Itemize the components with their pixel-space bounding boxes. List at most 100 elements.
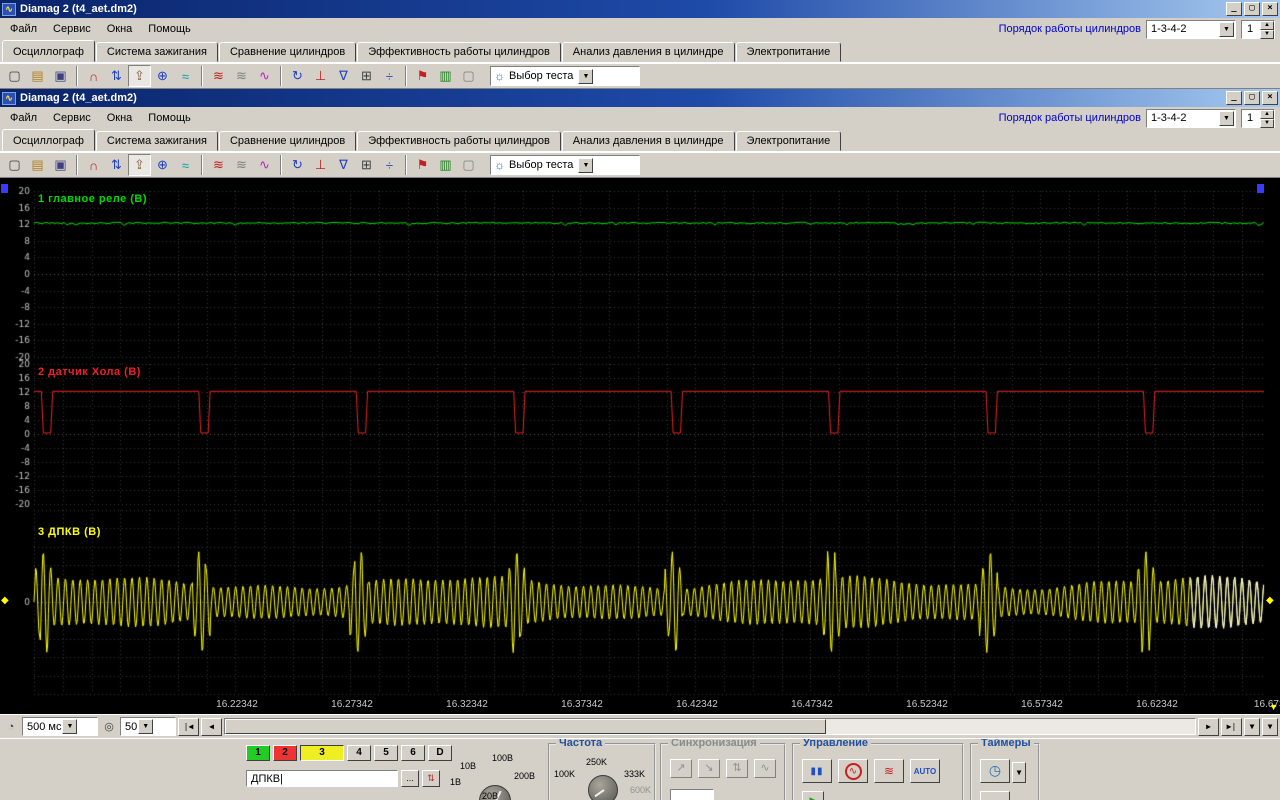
step-back-button[interactable]: ◀ xyxy=(201,718,222,736)
page-icon[interactable]: ▢ xyxy=(457,154,480,176)
smooth-waves-icon[interactable]: ≈ xyxy=(174,154,197,176)
cursor-marker-right[interactable] xyxy=(1257,184,1264,193)
chevron-down-icon[interactable]: ▼ xyxy=(62,719,77,734)
close-button[interactable]: × xyxy=(1262,91,1278,105)
pan-hand-icon[interactable]: ⇪ xyxy=(128,65,151,87)
tab-cylinder-efficiency[interactable]: Эффективность работы цилиндров xyxy=(357,131,561,151)
flag-icon[interactable]: ⚑ xyxy=(411,65,434,87)
minimize-button[interactable]: _ xyxy=(1226,91,1242,105)
browse-button[interactable]: ... xyxy=(401,770,419,787)
sync-source-combo[interactable] xyxy=(670,789,714,800)
color-waves-icon[interactable]: ∿ xyxy=(253,154,276,176)
go-last-button[interactable]: ▶| xyxy=(1221,718,1242,736)
sync-rising-edge-icon[interactable]: ↗ xyxy=(670,759,692,778)
test-select-combo[interactable]: ☼ Выбор теста ▼ xyxy=(490,155,640,175)
single-wave-button[interactable]: ∿ xyxy=(838,759,868,783)
run-button[interactable]: ▶ xyxy=(802,791,824,800)
timer-dropdown-button[interactable]: ▼ xyxy=(1012,762,1026,783)
invert-channel-icon[interactable]: ⇅ xyxy=(422,770,440,787)
sync-wave-icon[interactable]: ∿ xyxy=(754,759,776,778)
time-marker-icon[interactable]: ▼ xyxy=(1269,702,1278,712)
menu-windows[interactable]: Окна xyxy=(99,20,141,38)
time-scrollbar[interactable] xyxy=(224,718,1196,735)
sync-falling-edge-icon[interactable]: ↘ xyxy=(698,759,720,778)
tab-cylinder-pressure[interactable]: Анализ давления в цилиндре xyxy=(562,131,735,151)
split-waves-icon[interactable]: ≋ xyxy=(230,154,253,176)
zoom-icon[interactable]: ⊕ xyxy=(151,65,174,87)
divide-icon[interactable]: ÷ xyxy=(378,154,401,176)
spin-down-icon[interactable]: ▼ xyxy=(1260,119,1274,128)
cylinder-number-spin[interactable]: 1 ▲▼ xyxy=(1241,109,1275,128)
split-waves-icon[interactable]: ≋ xyxy=(230,65,253,87)
menu-file[interactable]: Файл xyxy=(2,109,45,127)
pan-hand-icon[interactable]: ⇪ xyxy=(128,154,151,176)
samples-combo[interactable]: 50 ▼ xyxy=(120,717,176,736)
timer-extra-button[interactable] xyxy=(980,791,1010,800)
sync-both-edges-icon[interactable]: ⇅ xyxy=(726,759,748,778)
tab-cylinder-comparison[interactable]: Сравнение цилиндров xyxy=(219,131,356,151)
tab-cylinder-efficiency[interactable]: Эффективность работы цилиндров xyxy=(357,42,561,62)
channel-1-button[interactable]: 1 xyxy=(246,745,270,761)
continuous-wave-button[interactable]: ≋ xyxy=(874,759,904,783)
tab-cylinder-comparison[interactable]: Сравнение цилиндров xyxy=(219,42,356,62)
voltage-scale-control[interactable]: 10В100В1В200В20В xyxy=(448,739,544,800)
filter-icon[interactable]: ∇ xyxy=(332,154,355,176)
color-waves-icon[interactable]: ∿ xyxy=(253,65,276,87)
auto-scale-icon[interactable]: ↻ xyxy=(286,154,309,176)
go-first-button[interactable]: |◀ xyxy=(178,718,199,736)
chevron-down-icon[interactable]: ▼ xyxy=(578,158,593,173)
report-icon[interactable]: ▥ xyxy=(434,65,457,87)
cursor-marker-left[interactable] xyxy=(1,184,8,193)
menu-help[interactable]: Помощь xyxy=(140,109,199,127)
flag-icon[interactable]: ⚑ xyxy=(411,154,434,176)
menu-windows[interactable]: Окна xyxy=(99,109,141,127)
titlebar[interactable]: ∿ Diamag 2 (t4_aet.dm2) _ ▢ × xyxy=(0,89,1280,107)
menu-file[interactable]: Файл xyxy=(2,20,45,38)
marker-prev-button[interactable]: ▼ xyxy=(1244,718,1260,736)
new-file-icon[interactable]: ▢ xyxy=(3,154,26,176)
chevron-down-icon[interactable]: ▼ xyxy=(138,719,153,734)
menu-service[interactable]: Сервис xyxy=(45,20,99,38)
tab-oscilloscope[interactable]: Осциллограф xyxy=(2,129,95,151)
grid-table-icon[interactable]: ⊞ xyxy=(355,154,378,176)
open-file-icon[interactable]: ▤ xyxy=(26,154,49,176)
zoom-icon[interactable]: ⊕ xyxy=(151,154,174,176)
spin-down-icon[interactable]: ▼ xyxy=(1260,30,1274,39)
restore-button[interactable]: ▢ xyxy=(1244,2,1260,16)
zero-level-marker-right[interactable]: ◆ xyxy=(1266,596,1274,606)
time-scrollbar-thumb[interactable] xyxy=(225,719,826,734)
scale-arrows-icon[interactable]: ⇅ xyxy=(105,65,128,87)
zero-level-icon[interactable]: ⊥ xyxy=(309,154,332,176)
scope-canvas[interactable] xyxy=(0,178,1280,698)
open-file-icon[interactable]: ▤ xyxy=(26,65,49,87)
arc-tool-icon[interactable]: ∩ xyxy=(82,65,105,87)
menu-help[interactable]: Помощь xyxy=(140,20,199,38)
timebase-combo[interactable]: 500 мс ▼ xyxy=(22,717,98,736)
restore-button[interactable]: ▢ xyxy=(1244,91,1260,105)
chevron-down-icon[interactable]: ▼ xyxy=(1219,111,1234,126)
auto-mode-button[interactable]: AUTO xyxy=(910,759,940,783)
timer-gauge-button[interactable]: ◷ xyxy=(980,759,1010,783)
save-icon[interactable]: ▣ xyxy=(49,65,72,87)
tab-power-supply[interactable]: Электропитание xyxy=(736,42,842,62)
report-icon[interactable]: ▥ xyxy=(434,154,457,176)
filter-icon[interactable]: ∇ xyxy=(332,65,355,87)
close-button[interactable]: × xyxy=(1262,2,1278,16)
chevron-down-icon[interactable]: ▼ xyxy=(578,69,593,84)
spin-up-icon[interactable]: ▲ xyxy=(1260,21,1274,30)
tab-ignition-system[interactable]: Система зажигания xyxy=(96,42,218,62)
overlay-waves-icon[interactable]: ≋ xyxy=(207,65,230,87)
spin-up-icon[interactable]: ▲ xyxy=(1260,110,1274,119)
channel-name-input[interactable]: ДПКВ| xyxy=(246,770,398,787)
cylinder-order-combo[interactable]: 1-3-4-2 ▼ xyxy=(1146,109,1236,128)
zero-level-marker-left[interactable]: ◆ xyxy=(1,596,9,606)
cylinder-number-spin[interactable]: 1 ▲▼ xyxy=(1241,20,1275,39)
pause-button[interactable]: ▮▮ xyxy=(802,759,832,783)
menu-service[interactable]: Сервис xyxy=(45,109,99,127)
arc-tool-icon[interactable]: ∩ xyxy=(82,154,105,176)
channel-4-button[interactable]: 4 xyxy=(347,745,371,761)
frequency-knob[interactable] xyxy=(588,775,618,800)
scale-arrows-icon[interactable]: ⇅ xyxy=(105,154,128,176)
tab-oscilloscope[interactable]: Осциллограф xyxy=(2,40,95,62)
tab-power-supply[interactable]: Электропитание xyxy=(736,131,842,151)
